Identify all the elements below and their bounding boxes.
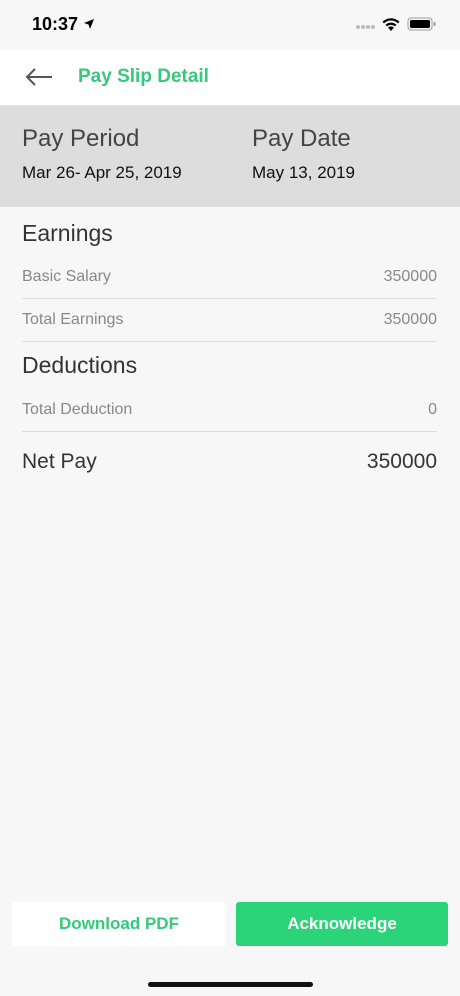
- location-arrow-icon: [84, 19, 94, 29]
- pay-date: Pay Date May 13, 2019: [252, 125, 355, 183]
- row-label: Basic Salary: [22, 267, 111, 285]
- deductions-section: Deductions: [22, 352, 437, 379]
- page-title: Pay Slip Detail: [78, 66, 209, 87]
- pay-period: Pay Period Mar 26- Apr 25, 2019: [22, 125, 182, 183]
- row-label: Total Deduction: [22, 400, 133, 418]
- status-bar: 10:37: [0, 0, 460, 50]
- net-pay-value: 350000: [366, 450, 437, 473]
- footer-actions: Download PDF Acknowledge: [0, 902, 460, 947]
- pay-summary-header: Pay Period Mar 26- Apr 25, 2019 Pay Date…: [0, 105, 460, 207]
- pay-date-label: Pay Date: [252, 125, 351, 152]
- earnings-section: Earnings: [22, 220, 437, 247]
- row-value: 350000: [383, 310, 437, 328]
- home-indicator: [148, 982, 313, 987]
- row-value: 0: [428, 400, 437, 418]
- battery-icon: [407, 17, 436, 31]
- row-label: Total Earnings: [22, 310, 124, 328]
- deductions-row-total: Total Deduction 0: [22, 388, 437, 432]
- deductions-title: Deductions: [22, 352, 138, 378]
- wifi-icon: [382, 18, 400, 31]
- back-button[interactable]: [22, 62, 56, 92]
- net-pay-row: Net Pay 350000: [22, 440, 437, 484]
- pay-period-label: Pay Period: [22, 125, 140, 152]
- net-pay-label: Net Pay: [22, 450, 97, 473]
- row-value: 350000: [383, 267, 437, 285]
- earnings-title: Earnings: [22, 220, 113, 246]
- pay-date-value: May 13, 2019: [252, 163, 356, 182]
- download-pdf-button[interactable]: Download PDF: [12, 902, 226, 946]
- pay-period-value: Mar 26- Apr 25, 2019: [22, 163, 182, 182]
- acknowledge-button[interactable]: Acknowledge: [236, 902, 448, 946]
- status-time: 10:37: [32, 14, 79, 34]
- earnings-row-total: Total Earnings 350000: [22, 298, 437, 342]
- back-arrow-icon: [25, 68, 52, 86]
- signal-icon: [356, 25, 375, 29]
- earnings-row-basic-salary: Basic Salary 350000: [22, 255, 437, 299]
- nav-bar: Pay Slip Detail: [0, 50, 460, 105]
